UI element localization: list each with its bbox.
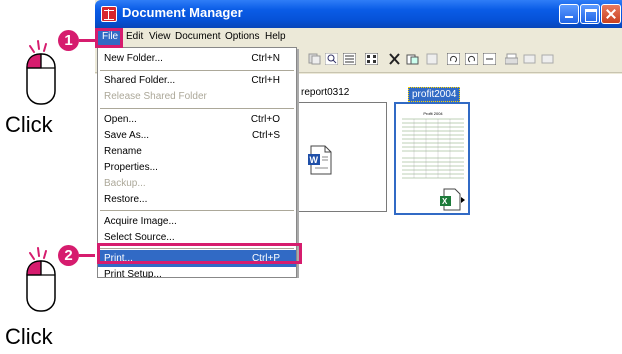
print-item-highlight bbox=[97, 243, 302, 264]
document-thumbnail-profit2004[interactable]: Profit 2004 X bbox=[394, 102, 470, 215]
menu-item-acquire-image[interactable]: Acquire Image... bbox=[98, 213, 296, 230]
print-icon[interactable] bbox=[505, 53, 518, 65]
menu-item-shared-folder[interactable]: Shared Folder... Ctrl+H bbox=[98, 72, 296, 89]
paste-icon[interactable] bbox=[406, 53, 419, 65]
svg-text:W: W bbox=[310, 155, 319, 165]
menu-edit[interactable]: Edit bbox=[126, 31, 143, 42]
document-thumbnail-report0312[interactable]: W bbox=[291, 102, 387, 212]
menu-item-label: Shared Folder... bbox=[104, 75, 176, 86]
document-name: report0312 bbox=[301, 87, 350, 98]
close-icon[interactable] bbox=[601, 4, 621, 24]
menu-item-shortcut: Ctrl+N bbox=[251, 53, 280, 64]
properties-icon[interactable] bbox=[426, 53, 439, 65]
menu-item-label: Properties... bbox=[104, 162, 158, 173]
spreadsheet-preview: Profit 2004 bbox=[400, 108, 466, 188]
menu-item-label: Restore... bbox=[104, 194, 148, 205]
menu-item-shortcut: Ctrl+H bbox=[251, 75, 280, 86]
menu-document[interactable]: Document bbox=[175, 31, 221, 42]
title-bar[interactable]: Document Manager bbox=[95, 0, 622, 28]
menu-help[interactable]: Help bbox=[265, 31, 286, 42]
menu-item-release-shared-folder: Release Shared Folder bbox=[98, 88, 296, 105]
menu-item-open[interactable]: Open... Ctrl+O bbox=[98, 111, 296, 128]
menu-item-label: Print Setup... bbox=[104, 269, 162, 278]
word-doc-icon: W bbox=[308, 145, 332, 175]
menu-item-label: Acquire Image... bbox=[104, 216, 177, 227]
step-badge-2: 2 bbox=[58, 245, 79, 266]
app-icon bbox=[101, 6, 117, 22]
step-badge-1: 1 bbox=[58, 30, 79, 51]
preview-title: Profit 2004 bbox=[423, 111, 443, 116]
menu-item-restore[interactable]: Restore... bbox=[98, 191, 296, 208]
menu-separator bbox=[100, 70, 294, 71]
maximize-icon[interactable] bbox=[580, 4, 600, 24]
menu-item-rename[interactable]: Rename bbox=[98, 143, 296, 160]
menu-item-label: Backup... bbox=[104, 178, 146, 189]
click-label-2: Click bbox=[5, 324, 53, 349]
menu-item-shortcut: Ctrl+O bbox=[250, 114, 280, 125]
menu-item-new-folder[interactable]: New Folder... Ctrl+N bbox=[98, 50, 296, 67]
menu-item-label: Save As... bbox=[104, 130, 150, 141]
rotate-left-icon[interactable] bbox=[447, 53, 460, 65]
zoom-icon[interactable] bbox=[325, 53, 338, 65]
menu-item-label: New Folder... bbox=[104, 53, 163, 64]
menu-bar: File Edit View Document Options Help bbox=[95, 28, 622, 47]
step-1-leader bbox=[79, 39, 96, 42]
menu-item-shortcut: Ctrl+S bbox=[251, 130, 280, 141]
menu-item-label: Select Source... bbox=[104, 232, 175, 243]
rotate-right-icon[interactable] bbox=[465, 53, 478, 65]
copy-icon[interactable] bbox=[308, 53, 321, 65]
menu-item-print-setup[interactable]: Print Setup... bbox=[98, 266, 296, 278]
minimize-icon[interactable] bbox=[559, 4, 579, 24]
list-view-icon[interactable] bbox=[343, 53, 356, 65]
window-title: Document Manager bbox=[122, 5, 243, 20]
file-menu-highlight bbox=[95, 28, 123, 48]
svg-text:X: X bbox=[442, 197, 448, 206]
menu-options[interactable]: Options bbox=[225, 31, 259, 42]
excel-sheet-icon: X bbox=[440, 188, 465, 211]
delete-icon[interactable] bbox=[388, 53, 401, 65]
scan-icon[interactable] bbox=[523, 53, 536, 65]
document-manager-window: Document Manager File Edit View Document… bbox=[95, 0, 622, 278]
click-label-1: Click bbox=[5, 112, 53, 137]
grid-view-icon[interactable] bbox=[365, 53, 378, 65]
send-icon[interactable] bbox=[541, 53, 554, 65]
page-icon[interactable] bbox=[483, 53, 496, 65]
menu-separator bbox=[100, 210, 294, 211]
document-name-selected: profit2004 bbox=[408, 87, 461, 102]
menu-item-backup: Backup... bbox=[98, 175, 296, 192]
menu-item-label: Release Shared Folder bbox=[104, 91, 207, 102]
menu-separator bbox=[100, 108, 294, 109]
mouse-click-icon-1 bbox=[20, 38, 60, 108]
menu-view[interactable]: View bbox=[149, 31, 171, 42]
menu-item-save-as[interactable]: Save As... Ctrl+S bbox=[98, 127, 296, 144]
menu-item-label: Open... bbox=[104, 114, 137, 125]
menu-item-label: Rename bbox=[104, 146, 142, 157]
mouse-click-icon-2 bbox=[20, 245, 60, 315]
menu-item-properties[interactable]: Properties... bbox=[98, 159, 296, 176]
